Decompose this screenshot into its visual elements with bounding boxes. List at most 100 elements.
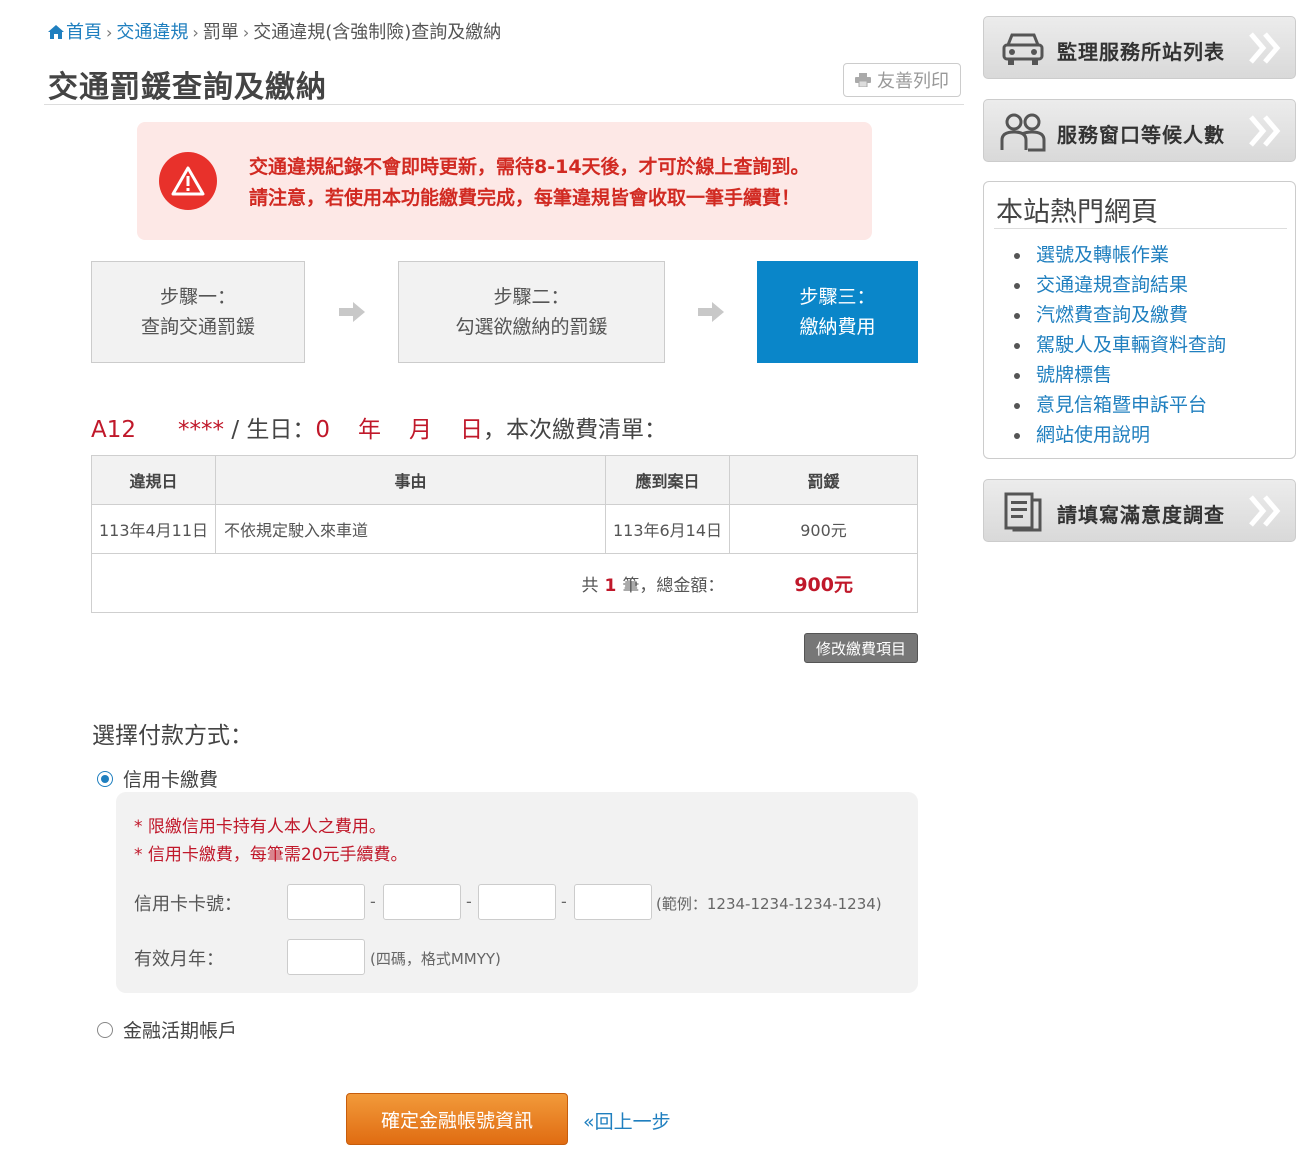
table-header-row: 違規日 事由 應到案日 罰鍰: [91, 455, 918, 505]
confirm-account-button[interactable]: 確定金融帳號資訊: [346, 1093, 568, 1145]
breadcrumb-current: 交通違規(含強制險)查詢及繳納: [253, 22, 502, 43]
print-label: 友善列印: [877, 71, 949, 92]
popular-pages-panel: 本站熱門網頁 選號及轉帳作業 交通違規查詢結果 汽燃費查詢及繳費 駕駛人及車輛資…: [983, 181, 1296, 459]
dash-separator: -: [561, 892, 567, 911]
table-row: 113年4月11日 不依規定駛入來車道 113年6月14日 900元: [91, 504, 918, 554]
total-mid: 筆，總金額：: [622, 575, 725, 596]
home-icon: [48, 25, 64, 39]
double-chevron-right-icon: [1249, 32, 1281, 64]
bank-account-label: 金融活期帳戶: [123, 1020, 238, 1042]
card-number-field-2[interactable]: [383, 884, 461, 920]
credit-card-radio[interactable]: [97, 770, 113, 787]
arrow-right-icon: [698, 302, 724, 322]
printer-icon: [855, 73, 871, 87]
id-prefix: A12: [91, 417, 137, 443]
violation-reason: 不依規定駛入來車道: [215, 504, 606, 554]
double-chevron-right-icon: [1249, 115, 1281, 147]
step-2-desc: 勾選欲繳納的罰鍰: [455, 316, 608, 338]
breadcrumb-separator: ›: [242, 23, 250, 42]
bank-account-option[interactable]: 金融活期帳戶: [97, 1016, 237, 1043]
card-number-hint: (範例：1234-1234-1234-1234): [656, 895, 882, 913]
popular-link[interactable]: 選號及轉帳作業: [1014, 240, 1226, 270]
fines-table: 違規日 事由 應到案日 罰鍰 113年4月11日 不依規定駛入來車道 113年6…: [91, 455, 918, 613]
column-header: 事由: [215, 455, 606, 505]
year-label: 年: [358, 417, 382, 443]
modify-items-button[interactable]: 修改繳費項目: [804, 633, 918, 663]
dash-separator: -: [466, 892, 472, 911]
dash-separator: -: [370, 892, 376, 911]
survey-button[interactable]: 請填寫滿意度調查: [983, 479, 1296, 542]
popular-link[interactable]: 意見信箱暨申訴平台: [1014, 390, 1226, 420]
popular-link[interactable]: 汽燃費查詢及繳費: [1014, 300, 1226, 330]
popular-pages-list: 選號及轉帳作業 交通違規查詢結果 汽燃費查詢及繳費 駕駛人及車輛資料查詢 號牌標…: [1014, 240, 1226, 450]
people-icon: [1000, 113, 1046, 152]
breadcrumb-ticket: 罰單: [202, 22, 239, 43]
warning-icon: [159, 152, 217, 210]
step-1: 步驟一： 查詢交通罰鍰: [91, 261, 305, 363]
due-date: 113年6月14日: [605, 504, 730, 554]
id-masked: ****: [178, 417, 225, 443]
credit-note-1: * 限繳信用卡持有人本人之費用。: [134, 817, 386, 837]
credit-note-2: * 信用卡繳費，每筆需20元手續費。: [134, 845, 408, 865]
column-header: 違規日: [91, 455, 216, 505]
credit-card-option[interactable]: 信用卡繳費: [97, 765, 218, 792]
page-title: 交通罰鍰查詢及繳納: [48, 70, 327, 105]
total-prefix: 共: [581, 575, 599, 596]
back-link[interactable]: «回上一步: [583, 1107, 671, 1134]
breadcrumb-home-link[interactable]: 首頁: [66, 22, 102, 43]
summary-suffix: ，本次繳費清單：: [483, 417, 668, 443]
step-3-desc: 繳納費用: [799, 316, 876, 338]
payment-method-title: 選擇付款方式：: [92, 723, 253, 749]
birth-year: 0: [315, 417, 331, 443]
birth-label: / 生日：: [231, 417, 316, 443]
credit-card-panel: * 限繳信用卡持有人本人之費用。 * 信用卡繳費，每筆需20元手續費。 信用卡卡…: [116, 792, 918, 993]
step-2-title: 步驟二：: [493, 286, 570, 308]
step-3-active: 步驟三： 繳納費用: [757, 261, 918, 363]
waiting-count-button[interactable]: 服務窗口等候人數: [983, 99, 1296, 162]
fine-amount: 900元: [729, 504, 918, 554]
notice-box: 交通違規紀錄不會即時更新，需待8-14天後，才可於線上查詢到。 請注意，若使用本…: [137, 122, 872, 240]
notice-line-1: 交通違規紀錄不會即時更新，需待8-14天後，才可於線上查詢到。: [249, 156, 810, 178]
expiry-hint: (四碼，格式MMYY): [370, 950, 501, 968]
station-list-label: 監理服務所站列表: [1057, 40, 1225, 64]
bank-account-radio[interactable]: [97, 1021, 113, 1038]
popular-pages-title: 本站熱門網頁: [996, 197, 1158, 228]
card-number-field-1[interactable]: [287, 884, 365, 920]
popular-link[interactable]: 網站使用說明: [1014, 420, 1226, 450]
total-count: 1: [604, 575, 617, 596]
station-list-button[interactable]: 監理服務所站列表: [983, 16, 1296, 79]
breadcrumb-separator: ›: [106, 23, 113, 42]
month-label: 月: [409, 417, 433, 443]
survey-label: 請填寫滿意度調查: [1057, 503, 1225, 527]
total-amount: 900元: [794, 573, 853, 596]
popular-link[interactable]: 交通違規查詢結果: [1014, 270, 1226, 300]
waiting-count-label: 服務窗口等候人數: [1057, 123, 1225, 147]
card-number-field-3[interactable]: [478, 884, 556, 920]
card-number-field-4[interactable]: [574, 884, 652, 920]
step-1-desc: 查詢交通罰鍰: [140, 316, 255, 338]
arrow-right-icon: [339, 302, 365, 322]
violation-date: 113年4月11日: [91, 504, 216, 554]
expiry-field[interactable]: [287, 939, 365, 975]
popular-link[interactable]: 駕駛人及車輛資料查詢: [1014, 330, 1226, 360]
print-button[interactable]: 友善列印: [843, 63, 961, 97]
step-1-title: 步驟一：: [159, 286, 236, 308]
card-number-label: 信用卡卡號：: [134, 894, 242, 915]
double-chevron-right-icon: [1249, 495, 1281, 527]
document-icon: [1004, 492, 1042, 532]
table-total-row: 共 1 筆，總金額： 900元: [91, 553, 918, 613]
notice-line-2: 請注意，若使用本功能繳費完成，每筆違規皆會收取一筆手續費！: [249, 187, 801, 209]
column-header: 罰鍰: [729, 455, 918, 505]
title-divider: [44, 104, 964, 105]
payment-summary-heading: A12 **** / 生日：0 年 月 日，本次繳費清單：: [91, 410, 667, 444]
expiry-label: 有效月年：: [134, 949, 224, 970]
column-header: 應到案日: [605, 455, 730, 505]
breadcrumb-separator: ›: [192, 23, 199, 42]
step-3-title: 步驟三：: [799, 286, 876, 308]
credit-card-label: 信用卡繳費: [123, 769, 219, 791]
step-2: 步驟二： 勾選欲繳納的罰鍰: [398, 261, 665, 363]
breadcrumb: 首頁 › 交通違規 › 罰單 › 交通違規(含強制險)查詢及繳納: [48, 18, 501, 44]
car-icon: [1002, 33, 1044, 65]
breadcrumb-traffic-link[interactable]: 交通違規: [116, 22, 188, 43]
popular-link[interactable]: 號牌標售: [1014, 360, 1226, 390]
